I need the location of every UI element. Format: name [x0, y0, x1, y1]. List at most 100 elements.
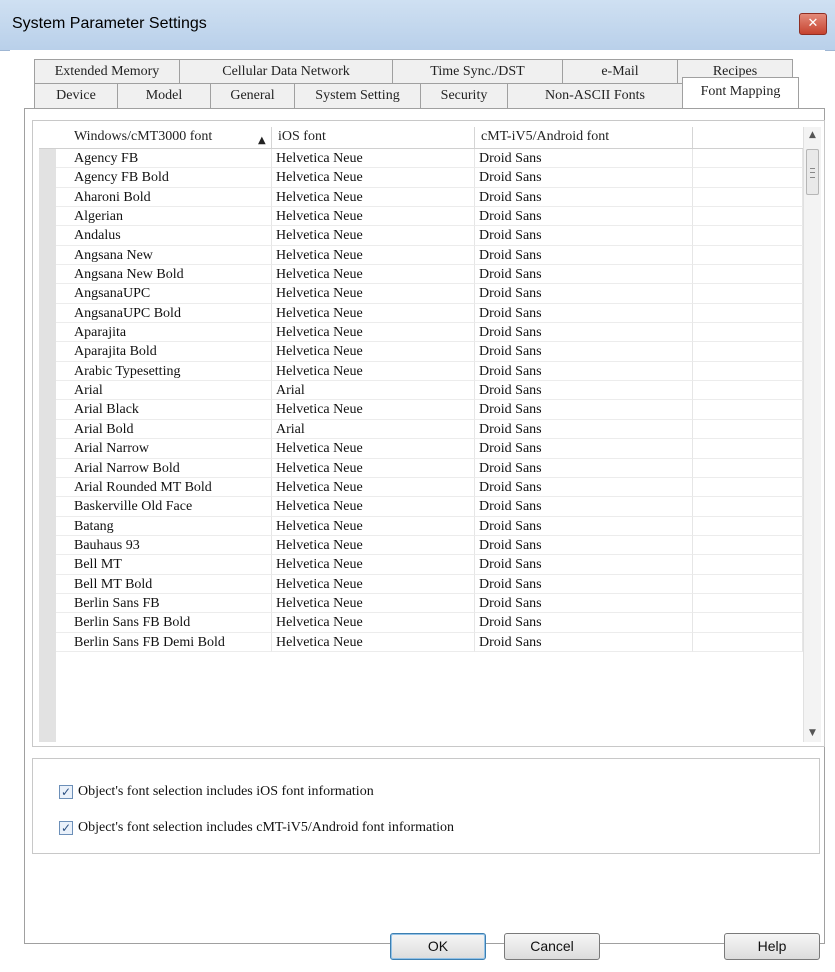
android-font-cell[interactable]: Droid Sans: [475, 555, 693, 575]
table-row[interactable]: Bauhaus 93 Helvetica Neue Droid Sans: [39, 535, 803, 556]
android-font-cell[interactable]: Droid Sans: [475, 323, 693, 343]
android-font-cell[interactable]: Droid Sans: [475, 458, 693, 478]
windows-font-cell[interactable]: Arial Rounded MT Bold: [56, 477, 272, 498]
windows-font-cell[interactable]: Arial: [56, 381, 272, 401]
table-row[interactable]: Agency FB Bold Helvetica Neue Droid Sans: [39, 168, 803, 188]
ios-font-cell[interactable]: Arial: [272, 419, 475, 440]
android-font-cell[interactable]: Droid Sans: [475, 284, 693, 304]
tab-general[interactable]: General: [210, 83, 295, 108]
table-row[interactable]: AngsanaUPC Helvetica Neue Droid Sans: [39, 284, 803, 304]
android-font-cell[interactable]: Droid Sans: [475, 400, 693, 420]
ios-font-cell[interactable]: Helvetica Neue: [272, 555, 475, 575]
table-row[interactable]: Arial Bold Arial Droid Sans: [39, 419, 803, 440]
android-font-cell[interactable]: Droid Sans: [475, 535, 693, 556]
android-font-cell[interactable]: Droid Sans: [475, 613, 693, 633]
windows-font-cell[interactable]: Bell MT Bold: [56, 574, 272, 594]
ios-font-cell[interactable]: Helvetica Neue: [272, 613, 475, 633]
ios-font-cell[interactable]: Helvetica Neue: [272, 632, 475, 652]
tab-model[interactable]: Model: [117, 83, 211, 108]
ios-font-cell[interactable]: Helvetica Neue: [272, 516, 475, 536]
windows-font-cell[interactable]: AngsanaUPC Bold: [56, 303, 272, 324]
ios-font-cell[interactable]: Helvetica Neue: [272, 226, 475, 246]
column-header-ios-font[interactable]: iOS font: [272, 127, 475, 148]
ios-font-cell[interactable]: Helvetica Neue: [272, 187, 475, 208]
android-font-cell[interactable]: Droid Sans: [475, 381, 693, 401]
windows-font-cell[interactable]: Berlin Sans FB Demi Bold: [56, 632, 272, 652]
table-row[interactable]: Angsana New Bold Helvetica Neue Droid Sans: [39, 265, 803, 285]
android-font-cell[interactable]: Droid Sans: [475, 168, 693, 188]
ios-font-cell[interactable]: Helvetica Neue: [272, 535, 475, 556]
android-font-cell[interactable]: Droid Sans: [475, 187, 693, 208]
android-font-cell[interactable]: Droid Sans: [475, 632, 693, 652]
table-row[interactable]: Arial Narrow Helvetica Neue Droid Sans: [39, 439, 803, 459]
ios-font-cell[interactable]: Arial: [272, 381, 475, 401]
ios-font-cell[interactable]: Helvetica Neue: [272, 245, 475, 266]
android-font-cell[interactable]: Droid Sans: [475, 516, 693, 536]
windows-font-cell[interactable]: Aparajita: [56, 323, 272, 343]
table-row[interactable]: Arial Narrow Bold Helvetica Neue Droid San…: [39, 458, 803, 478]
table-row[interactable]: Algerian Helvetica Neue Droid Sans: [39, 207, 803, 227]
windows-font-cell[interactable]: Arabic Typesetting: [56, 361, 272, 382]
windows-font-cell[interactable]: Arial Narrow Bold: [56, 458, 272, 478]
help-button[interactable]: Help: [724, 933, 820, 960]
tab-time-sync-dst[interactable]: Time Sync./DST: [392, 59, 563, 84]
vertical-scrollbar[interactable]: ▲ ▼: [803, 127, 821, 742]
android-font-cell[interactable]: Droid Sans: [475, 477, 693, 498]
tab-font-mapping[interactable]: Font Mapping: [682, 77, 799, 108]
ios-font-cell[interactable]: Helvetica Neue: [272, 342, 475, 362]
table-row[interactable]: Aparajita Helvetica Neue Droid Sans: [39, 323, 803, 343]
table-row[interactable]: Arial Black Helvetica Neue Droid Sans: [39, 400, 803, 420]
arrow-down-icon[interactable]: ▼: [804, 725, 821, 742]
table-row[interactable]: Arial Rounded MT Bold Helvetica Neue Droid…: [39, 477, 803, 498]
windows-font-cell[interactable]: Bell MT: [56, 555, 272, 575]
table-row[interactable]: Andalus Helvetica Neue Droid Sans: [39, 226, 803, 246]
windows-font-cell[interactable]: Angsana New: [56, 245, 272, 266]
table-row[interactable]: Aparajita Bold Helvetica Neue Droid Sans: [39, 342, 803, 362]
table-row[interactable]: Angsana New Helvetica Neue Droid Sans: [39, 245, 803, 266]
table-row[interactable]: Berlin Sans FB Helvetica Neue Droid Sans: [39, 593, 803, 614]
scrollbar-thumb[interactable]: [806, 149, 819, 195]
tab-system-setting[interactable]: System Setting: [294, 83, 421, 108]
android-font-cell[interactable]: Droid Sans: [475, 419, 693, 440]
windows-font-cell[interactable]: Berlin Sans FB Bold: [56, 613, 272, 633]
close-button[interactable]: ✕: [799, 13, 827, 35]
android-font-cell[interactable]: Droid Sans: [475, 226, 693, 246]
android-font-cell[interactable]: Droid Sans: [475, 207, 693, 227]
column-header-android-font[interactable]: cMT-iV5/Android font: [475, 127, 693, 148]
table-row[interactable]: Berlin Sans FB Bold Helvetica Neue Droid S…: [39, 613, 803, 633]
tab-security[interactable]: Security: [420, 83, 508, 108]
ios-font-cell[interactable]: Helvetica Neue: [272, 284, 475, 304]
arrow-up-icon[interactable]: ▲: [804, 127, 821, 144]
windows-font-cell[interactable]: Arial Bold: [56, 419, 272, 440]
android-font-cell[interactable]: Droid Sans: [475, 439, 693, 459]
windows-font-cell[interactable]: Angsana New Bold: [56, 265, 272, 285]
ios-font-cell[interactable]: Helvetica Neue: [272, 593, 475, 614]
ok-button[interactable]: OK: [390, 933, 486, 960]
windows-font-cell[interactable]: Aparajita Bold: [56, 342, 272, 362]
table-row[interactable]: Aharoni Bold Helvetica Neue Droid Sans: [39, 187, 803, 208]
windows-font-cell[interactable]: Bauhaus 93: [56, 535, 272, 556]
table-row[interactable]: Arial Arial Droid Sans: [39, 381, 803, 401]
ios-font-cell[interactable]: Helvetica Neue: [272, 458, 475, 478]
windows-font-cell[interactable]: Aharoni Bold: [56, 187, 272, 208]
tab-cellular-data-network[interactable]: Cellular Data Network: [179, 59, 393, 84]
ios-font-cell[interactable]: Helvetica Neue: [272, 497, 475, 517]
ios-font-cell[interactable]: Helvetica Neue: [272, 265, 475, 285]
cancel-button[interactable]: Cancel: [504, 933, 600, 960]
ios-font-cell[interactable]: Helvetica Neue: [272, 323, 475, 343]
windows-font-cell[interactable]: Andalus: [56, 226, 272, 246]
table-row[interactable]: Berlin Sans FB Demi Bold Helvetica Neue Dr…: [39, 632, 803, 652]
ios-font-cell[interactable]: Helvetica Neue: [272, 361, 475, 382]
table-row[interactable]: Bell MT Bold Helvetica Neue Droid Sans: [39, 574, 803, 594]
table-row[interactable]: Agency FB Helvetica Neue Droid Sans: [39, 149, 803, 169]
ios-font-cell[interactable]: Helvetica Neue: [272, 303, 475, 324]
ios-font-cell[interactable]: Helvetica Neue: [272, 574, 475, 594]
android-font-cell[interactable]: Droid Sans: [475, 303, 693, 324]
table-row[interactable]: Bell MT Helvetica Neue Droid Sans: [39, 555, 803, 575]
table-row[interactable]: Arabic Typesetting Helvetica Neue Droid Sa…: [39, 361, 803, 382]
android-font-cell[interactable]: Droid Sans: [475, 265, 693, 285]
ios-font-checkbox[interactable]: ✓: [59, 785, 73, 799]
tab-device[interactable]: Device: [34, 83, 118, 108]
android-font-cell[interactable]: Droid Sans: [475, 497, 693, 517]
android-font-cell[interactable]: Droid Sans: [475, 361, 693, 382]
